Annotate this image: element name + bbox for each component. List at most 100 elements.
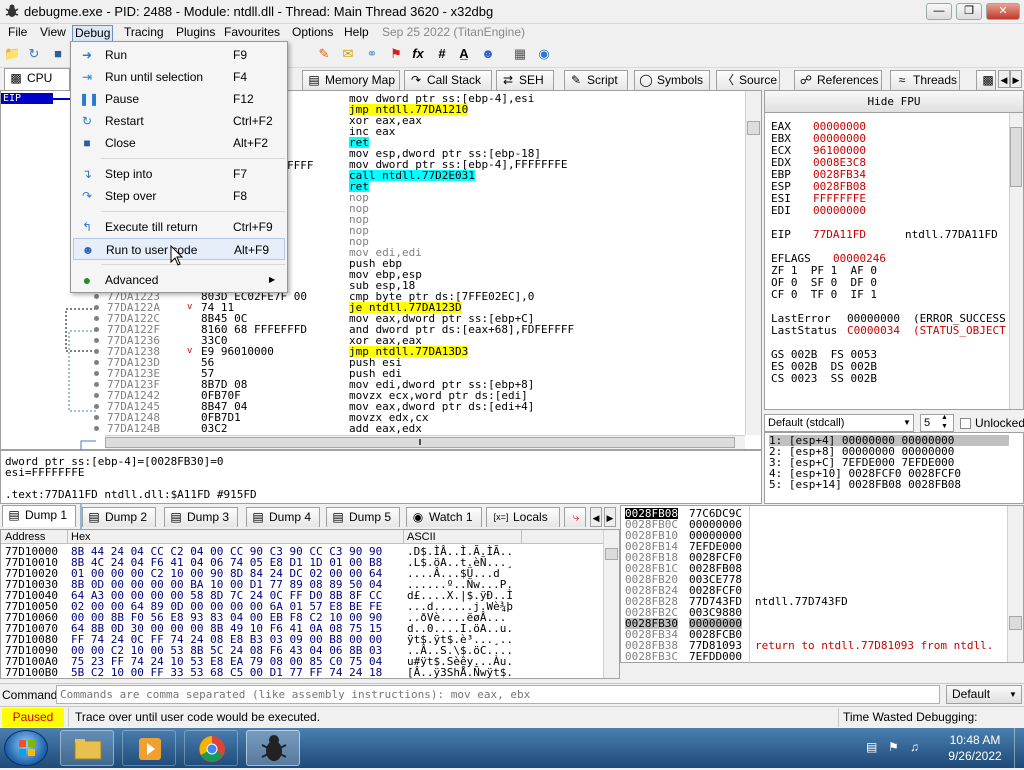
calling-convention-select[interactable]: Default (stdcall) ▼ [764,414,914,432]
dump-scrollbar[interactable] [603,530,619,678]
register-value[interactable]: 00000000 [813,205,866,216]
breakpoint-dot[interactable] [94,371,99,376]
start-button[interactable] [4,730,48,766]
calculator-icon[interactable]: ▦ [512,46,528,62]
menu-options[interactable]: Options [290,25,335,40]
register-name[interactable]: ECX [771,145,791,156]
menu-item-step-into[interactable]: ↴ Step into F7 [73,163,285,185]
dump-tab-scroll-left[interactable]: ◀ [590,507,602,527]
register-name[interactable]: LastError [771,313,831,324]
argument-row[interactable]: 5: [esp+14] 0028FB08 0028FB08 [769,479,961,490]
flags-line[interactable]: CF 0 TF 0 IF 1 [771,289,877,300]
registers-scrollbar[interactable] [1009,113,1023,409]
register-name[interactable]: EBX [771,133,791,144]
menu-help[interactable]: Help [342,25,371,40]
disassembly-hscrollbar[interactable]: ‖ [105,435,745,449]
dump-tab-scroll-right[interactable]: ▶ [604,507,616,527]
tab-locals[interactable]: [x=] Locals [486,507,560,527]
register-comment[interactable]: (STATUS_OBJECT [913,325,1006,336]
register-comment[interactable]: (ERROR_SUCCESS [913,313,1006,324]
register-name[interactable]: ESP [771,181,791,192]
flags-line[interactable]: ZF 1 PF 1 AF 0 [771,265,877,276]
register-value[interactable]: 0028FB08 [813,181,866,192]
tab-watch-1[interactable]: ◉ Watch 1 [406,507,482,527]
register-name[interactable]: EAX [771,121,791,132]
register-name[interactable]: EBP [771,169,791,180]
taskbar-x32dbg[interactable] [246,730,300,766]
tab-source[interactable]: 〈 Source [716,70,780,90]
register-name[interactable]: ESI [771,193,791,204]
tab-dump-2[interactable]: ▤ Dump 2 [82,507,156,527]
menu-file[interactable]: File [6,25,29,40]
breakpoint-dot[interactable] [94,327,99,332]
menu-view[interactable]: View [38,25,68,40]
close-window-button[interactable]: ✕ [986,3,1020,20]
breakpoint-dot[interactable] [94,316,99,321]
hash-icon[interactable]: # [434,46,450,62]
patch-icon[interactable]: A̲ [456,46,472,62]
breakpoint-dot[interactable] [94,415,99,420]
volume-icon[interactable]: ♫ [910,740,924,754]
breakpoint-dot[interactable] [94,426,99,431]
register-value[interactable]: FFFFFFFE [813,193,866,204]
breakpoint-dot[interactable] [94,338,99,343]
register-name[interactable]: LastStatus [771,325,837,336]
breakpoint-dot[interactable] [94,360,99,365]
show-desktop-button[interactable] [1014,728,1024,768]
disassembly-scroll-thumb[interactable] [747,121,760,135]
register-comment[interactable]: ntdll.77DA11FD [905,229,998,240]
tab-dump-4[interactable]: ▤ Dump 4 [246,507,320,527]
breakpoint-dot[interactable] [94,393,99,398]
segment-line[interactable]: CS 0023 SS 002B [771,373,877,384]
register-value[interactable]: 00000000 [847,313,900,324]
tab-cpu[interactable]: ▩ CPU [4,68,70,90]
register-value[interactable]: 00000000 [813,121,866,132]
tab-threads[interactable]: ≈ Threads [890,70,960,90]
menu-debug[interactable]: Debug [72,25,114,42]
command-input[interactable] [56,685,940,704]
register-name[interactable]: EDI [771,205,791,216]
tab-struct[interactable]: ⤷ [564,507,586,527]
menu-item-close[interactable]: ■ Close Alt+F2 [73,132,285,154]
tab-scroll-right[interactable]: ▶ [1010,70,1022,88]
open-icon[interactable]: 📁 [4,46,20,62]
register-name[interactable]: EDX [771,157,791,168]
menu-favourites[interactable]: Favourites [222,25,282,40]
tab-dump-1[interactable]: ▤ Dump 1 [2,505,76,527]
tab-dump-5[interactable]: ▤ Dump 5 [326,507,400,527]
maximize-button[interactable]: ❐ [956,3,982,20]
arg-count-stepper[interactable]: 5 ▲ ▼ [920,414,954,432]
dump-view[interactable]: Address Hex ASCII 77D10000 8B 44 24 04 CC… [0,529,620,679]
network-icon[interactable]: ▤ [866,740,880,754]
menu-item-step-over[interactable]: ↷ Step over F8 [73,185,285,207]
link-icon[interactable]: ⚭ [364,46,380,62]
disassembly-hscroll-thumb[interactable]: ‖ [105,437,735,448]
flag-icon[interactable]: ⚑ [888,740,902,754]
user-icon[interactable]: ☻ [480,46,496,62]
register-name[interactable]: EIP [771,229,791,240]
segment-line[interactable]: ES 002B DS 002B [771,361,877,372]
taskbar-chrome[interactable] [184,730,238,766]
stack-address[interactable]: 0028FB3C [625,651,678,662]
breakpoint-dot[interactable] [94,305,99,310]
hide-fpu-button[interactable]: Hide FPU [765,91,1023,113]
close-icon[interactable]: ■ [50,46,66,62]
register-name[interactable]: EFLAGS [771,253,811,264]
function-icon[interactable]: fx [410,46,426,62]
dump-hex[interactable]: 5B C2 10 00 FF 33 53 68 C5 00 D1 77 FF 7… [71,667,382,678]
restart-icon[interactable]: ↻ [26,46,42,62]
menu-plugins[interactable]: Plugins [174,25,217,40]
tab-memory-map[interactable]: ▤ Memory Map [302,70,400,90]
stack-scrollbar[interactable] [1007,506,1023,662]
tab-seh[interactable]: ⇄ SEH [496,70,554,90]
taskbar-media-player[interactable] [122,730,176,766]
tab-symbols[interactable]: ◯ Symbols [634,70,710,90]
breakpoint-dot[interactable] [94,382,99,387]
dump-address[interactable]: 77D100B0 [5,667,58,678]
menu-item-pause[interactable]: ❚❚ Pause F12 [73,88,285,110]
brush-icon[interactable]: ✎ [316,46,332,62]
register-value[interactable]: 00000000 [813,133,866,144]
tab-call-stack[interactable]: ↷ Call Stack [404,70,492,90]
register-value[interactable]: 77DA11FD [813,229,866,240]
register-value[interactable]: C0000034 [847,325,900,336]
